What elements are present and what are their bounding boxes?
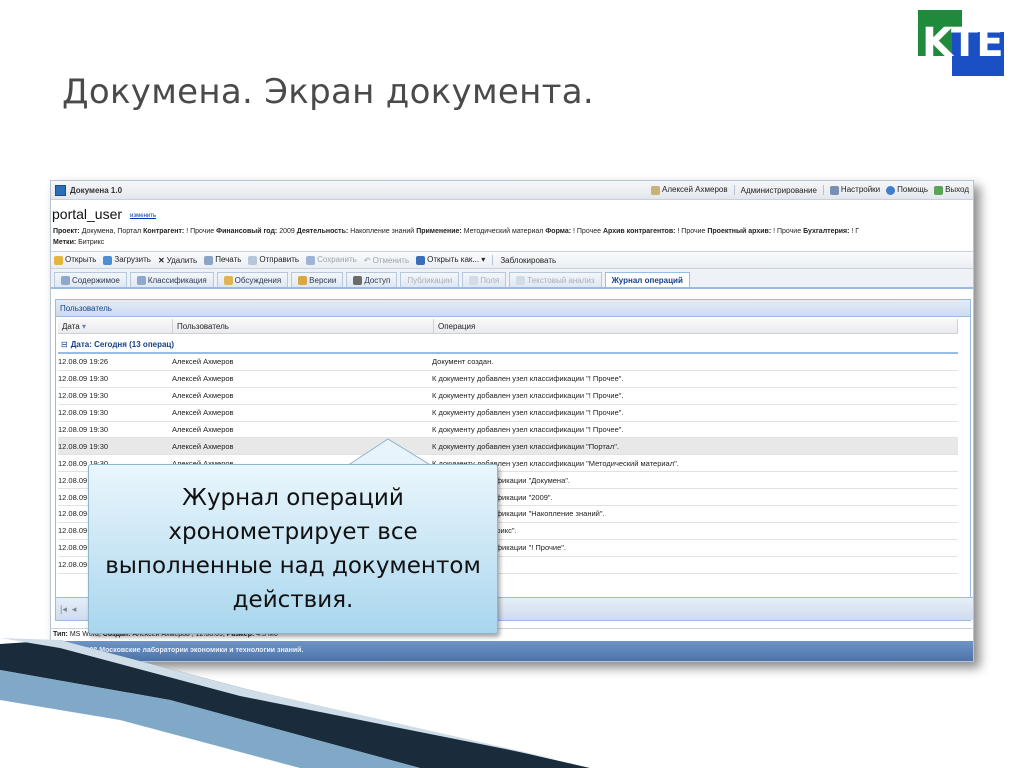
- cell-operation: К документу добавлен узел классификации …: [432, 458, 679, 468]
- upload-button[interactable]: Загрузить: [103, 255, 151, 265]
- cell-user: Алексей Ахмеров: [172, 357, 234, 367]
- cell-operation: К документу добавлен узел классификации …: [432, 441, 619, 451]
- cell-operation: Документ создан.: [432, 357, 494, 367]
- callout-text: Журнал операций хронометрирует все выпол…: [105, 485, 481, 613]
- tags-label: Метки:: [53, 239, 77, 246]
- gear-icon: [829, 185, 839, 195]
- nav-logout[interactable]: Выход: [934, 185, 969, 195]
- content-icon: [61, 275, 70, 285]
- cell-operation: авлен узел классификации "Докумена".: [432, 475, 570, 485]
- tab-fields[interactable]: Поля: [462, 272, 507, 287]
- text-analysis-icon: [516, 275, 526, 285]
- nav-help[interactable]: Помощь: [886, 185, 928, 195]
- current-user[interactable]: Алексей Ахмеров: [651, 185, 728, 195]
- print-button[interactable]: Печать: [204, 255, 241, 265]
- column-operation[interactable]: Операция: [434, 319, 958, 333]
- tab-classification[interactable]: Классификация: [129, 272, 214, 287]
- cell-date: 12.08.09 19:30: [58, 425, 109, 434]
- save-icon: [306, 255, 316, 265]
- sort-down-icon: ▾: [81, 321, 86, 331]
- cell-user: Алексей Ахмеров: [172, 391, 234, 401]
- tab-discussions[interactable]: Обсуждения: [216, 272, 289, 287]
- cell-operation: К документу добавлен узел классификации …: [432, 374, 624, 384]
- tab-content[interactable]: Содержимое: [54, 272, 127, 287]
- group-header[interactable]: ⊟ Дата: Сегодня (13 операц): [58, 336, 958, 354]
- open-button[interactable]: Открыть: [54, 255, 96, 265]
- cell-operation: авлен узел классификации "! Прочие".: [432, 543, 566, 553]
- tags-value: Битрикс: [78, 239, 105, 246]
- table-row[interactable]: 12.08.09 19:30 Алексей Ахмеров К документу…: [58, 371, 958, 388]
- prev-page-icon[interactable]: ◂: [72, 604, 77, 615]
- classification-icon: [136, 275, 146, 285]
- nav-admin[interactable]: Администрирование: [741, 186, 817, 195]
- change-user-link[interactable]: изменить: [130, 213, 156, 219]
- grid-header: Дата ▾ Пользователь Операция: [58, 319, 958, 334]
- app-topbar: Докумена 1.0 Алексей Ахмеров Администрир…: [51, 181, 973, 200]
- delete-icon: ✕: [157, 255, 165, 265]
- collapse-icon: ⊟: [61, 339, 68, 349]
- document-toolbar: Открыть Загрузить ✕ Удалить Печать Отправ…: [51, 251, 973, 269]
- tab-text-analysis[interactable]: Текстовый анализ: [509, 272, 602, 287]
- cancel-button[interactable]: ↶ Отменить: [364, 256, 409, 265]
- cell-user: Алексей Ахмеров: [172, 425, 234, 434]
- table-row[interactable]: 12.08.09 19:26 Алексей Ахмеров Документ со…: [58, 354, 958, 371]
- access-icon: [353, 275, 363, 285]
- tab-versions[interactable]: Версии: [291, 272, 344, 287]
- table-row[interactable]: 12.08.09 19:30Алексей АхмеровК документу…: [58, 438, 958, 456]
- open-as-button[interactable]: Открыть как... ▾: [416, 255, 485, 265]
- help-icon: [886, 185, 896, 195]
- cell-operation: К документу добавлен узел классификации …: [432, 391, 624, 401]
- column-date[interactable]: Дата ▾: [58, 319, 173, 333]
- lock-button[interactable]: Заблокировать: [500, 256, 556, 265]
- logo-text: KTE: [922, 20, 1004, 66]
- folder-icon: [54, 255, 63, 265]
- table-row[interactable]: 12.08.09 19:30 Алексей Ахмеров К документу…: [58, 422, 958, 439]
- panel-title: Пользователь: [56, 300, 970, 317]
- cell-date: 12.08.09 19:30: [58, 374, 109, 384]
- document-properties: Проект: Докумена, Портал Контрагент: ! П…: [53, 228, 860, 246]
- cell-date: 12.08.09 19:26: [58, 357, 109, 367]
- upload-icon: [103, 255, 113, 265]
- cell-user: Алексей Ахмеров: [172, 374, 234, 384]
- cell-operation: авлена метка "Битрикс".: [432, 526, 517, 536]
- table-row[interactable]: 12.08.09 19:30 Алексей Ахмеров К документу…: [58, 405, 958, 422]
- cell-operation: авлен узел классификации "Накопление зна…: [432, 509, 605, 519]
- cell-operation: арий: [432, 560, 958, 569]
- cell-user: Алексей Ахмеров: [172, 408, 234, 418]
- kte-logo: KTE: [918, 10, 1006, 76]
- tab-operations-log[interactable]: Журнал операций: [604, 272, 690, 287]
- column-user[interactable]: Пользователь: [173, 319, 434, 333]
- cell-date: 12.08.09 19:30: [58, 408, 109, 418]
- nav-settings[interactable]: Настройки: [829, 185, 880, 195]
- app-brand[interactable]: Докумена 1.0: [55, 184, 123, 196]
- undo-icon: ↶: [363, 255, 371, 265]
- tab-access[interactable]: Доступ: [346, 272, 398, 287]
- cell-date: 12.08.09 19:30: [58, 391, 109, 401]
- table-row[interactable]: 12.08.09 19:30 Алексей Ахмеров К документу…: [58, 388, 958, 405]
- slide-title: Докумена. Экран документа.: [62, 72, 595, 112]
- callout-box: Журнал операций хронометрирует все выпол…: [88, 464, 498, 634]
- decorative-swoosh: [0, 638, 590, 768]
- cell-operation: авлен узел классификации "2009".: [432, 492, 553, 502]
- save-button[interactable]: Сохранить: [306, 255, 357, 265]
- send-icon: [248, 255, 258, 265]
- delete-button[interactable]: ✕ Удалить: [158, 256, 197, 265]
- save-as-icon: [416, 255, 426, 265]
- app-logo-icon: [55, 184, 66, 196]
- cell-operation: К документу добавлен узел классификации …: [432, 425, 624, 434]
- app-title: Докумена 1.0: [70, 185, 123, 195]
- send-button[interactable]: Отправить: [248, 255, 299, 265]
- cell-date: 12.08.09 19:30: [58, 441, 109, 451]
- cell-operation: К документу добавлен узел классификации …: [432, 408, 624, 418]
- print-icon: [204, 255, 214, 265]
- fields-icon: [469, 275, 479, 285]
- tab-publications[interactable]: Публикации: [400, 272, 460, 287]
- document-user: portal_user: [52, 206, 123, 222]
- versions-icon: [298, 275, 308, 285]
- first-page-icon[interactable]: |◂: [60, 604, 67, 615]
- logout-icon: [934, 185, 944, 195]
- document-tabs: Содержимое Классификация Обсуждения Верс…: [51, 269, 973, 289]
- discussions-icon: [223, 275, 233, 285]
- user-icon: [651, 185, 660, 195]
